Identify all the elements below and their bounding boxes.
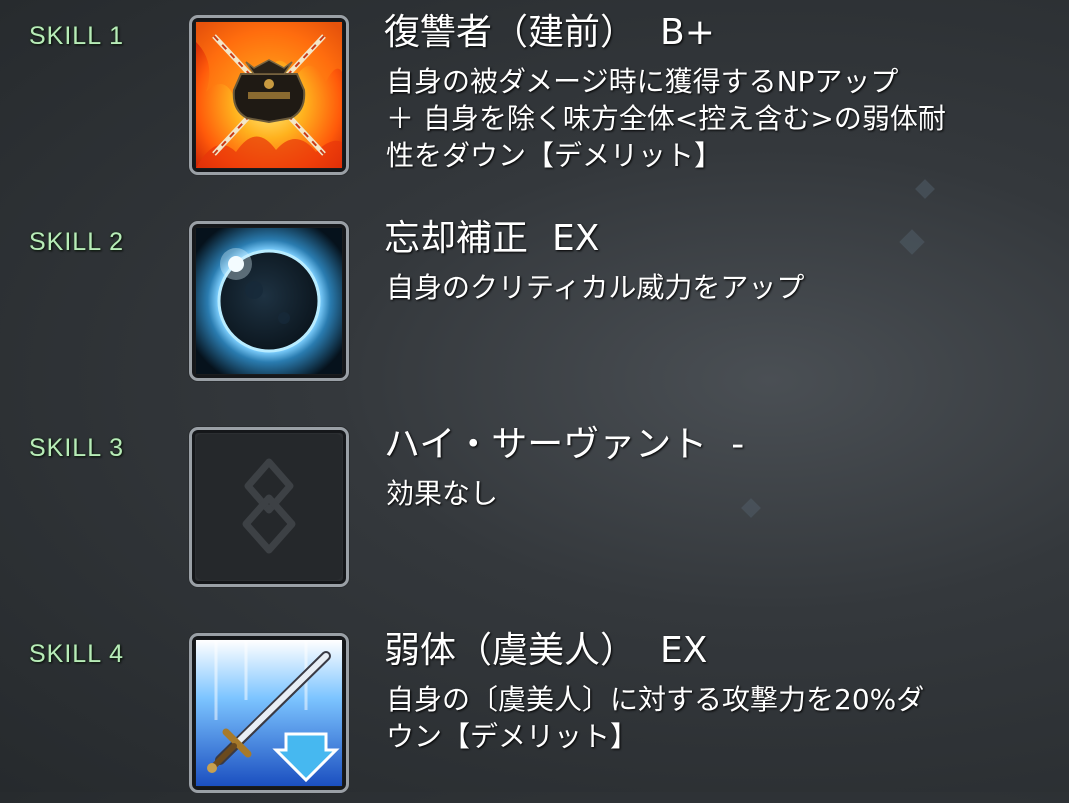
skill-name: 復讐者（建前） B+ [384, 11, 715, 55]
skill-description-line: ウン【デメリット】 [386, 720, 639, 753]
skill-rank: B+ [660, 12, 715, 53]
skill-description-line: 自身のクリティカル威力をアップ [386, 271, 805, 304]
empty-seal-icon[interactable] [189, 427, 349, 587]
skill-row-1: SKILL 1 復讐者（建前） B+ 自身の被ダメージ時に獲得するNPアップ ＋… [0, 12, 1069, 185]
skill-name: 忘却補正 EX [384, 217, 599, 261]
skill-description-line: 自身の〔虞美人〕に対する攻撃力を20%ダ [386, 683, 925, 716]
skill-label: SKILL 4 [29, 640, 125, 668]
skill-description: 自身の〔虞美人〕に対する攻撃力を20%ダ ウン【デメリット】 [386, 681, 1056, 755]
skill-description-line: 自身の被ダメージ時に獲得するNPアップ [386, 65, 899, 98]
skill-name-text: 復讐者（建前） [384, 12, 637, 53]
skill-label: SKILL 2 [29, 228, 125, 256]
skill-description: 自身の被ダメージ時に獲得するNPアップ ＋ 自身を除く味方全体<控え含む>の弱体… [386, 63, 1056, 174]
eclipse-icon[interactable] [189, 221, 349, 381]
flame-crest-icon[interactable] [189, 15, 349, 175]
sword-down-icon[interactable] [189, 633, 349, 793]
skill-name-text: ハイ・サーヴァント [384, 424, 708, 465]
skill-name: ハイ・サーヴァント - [384, 423, 744, 467]
skill-label: SKILL 1 [29, 22, 125, 50]
skill-description: 自身のクリティカル威力をアップ [386, 269, 1056, 306]
skill-row-4: SKILL 4 弱体（虞美人） EX 自身の〔虞美人〕に対する攻撃力を20%ダ [0, 630, 1069, 803]
skill-name-text: 弱体（虞美人） [384, 630, 637, 671]
skill-description-line: ＋ 自身を除く味方全体<控え含む>の弱体耐 [386, 102, 946, 135]
skill-row-3: SKILL 3 ハイ・サーヴァント - 効果なし [0, 424, 1069, 597]
skill-name: 弱体（虞美人） EX [384, 629, 707, 673]
skill-description: 効果なし [386, 475, 1056, 512]
skill-rank: - [731, 424, 745, 465]
skill-name-text: 忘却補正 [384, 218, 529, 259]
skill-label: SKILL 3 [29, 434, 125, 462]
skill-rank: EX [660, 630, 708, 671]
skill-description-line: 性をダウン【デメリット】 [386, 139, 723, 172]
skill-row-2: SKILL 2 忘却補正 EX 自身のクリティカル威力をアップ [0, 218, 1069, 391]
skill-rank: EX [552, 218, 600, 259]
skill-description-line: 効果なし [386, 477, 499, 510]
